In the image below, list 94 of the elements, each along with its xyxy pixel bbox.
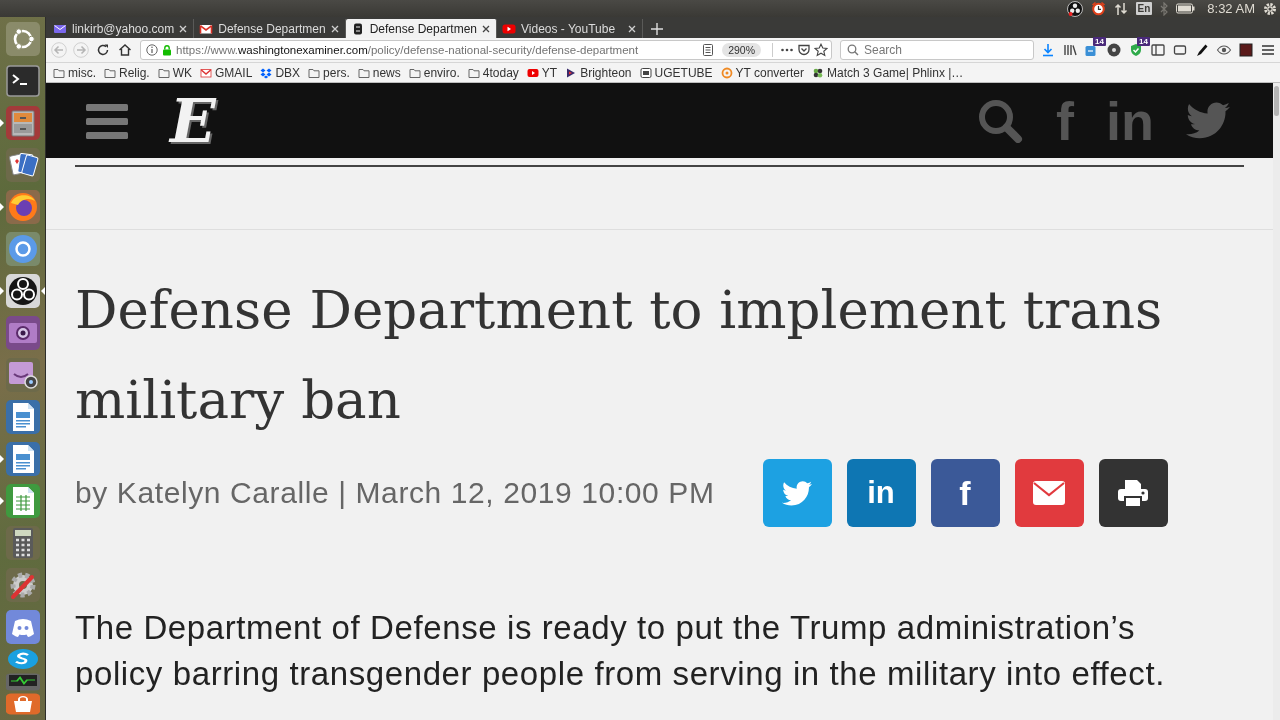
- diamonds-icon: [260, 66, 273, 79]
- folder-icon: [357, 66, 370, 79]
- battery-icon[interactable]: [1176, 3, 1196, 14]
- keyboard-layout-indicator[interactable]: En: [1135, 2, 1153, 15]
- printer-icon: [1118, 479, 1149, 507]
- document-icon[interactable]: [4, 441, 41, 477]
- bookmark[interactable]: UGETUBE: [639, 65, 713, 80]
- cluster-icon: [812, 66, 825, 79]
- terminal-icon[interactable]: [4, 63, 41, 99]
- info-icon[interactable]: [146, 44, 158, 56]
- article-paragraph: The Department of Defense is ready to put the Trump administration’s policy barring transgender people from serving in the military into effect.: [75, 608, 1166, 694]
- gear-icon[interactable]: [1263, 1, 1277, 16]
- pocket-icon[interactable]: [797, 43, 811, 57]
- disc-icon[interactable]: [1106, 42, 1122, 58]
- clock[interactable]: 8:32 AM: [1207, 1, 1255, 16]
- bookmark[interactable]: Brighteon: [565, 65, 632, 80]
- home-icon[interactable]: [117, 42, 133, 58]
- reload-icon[interactable]: [95, 42, 111, 58]
- screen-icon: [639, 66, 652, 79]
- url-text: https://www.washingtonexaminer.com/policy/defense-national-security/defense-department: [176, 44, 639, 56]
- folder-icon: [104, 66, 116, 79]
- library-icon[interactable]: [1062, 42, 1078, 58]
- logo-icon[interactable]: [4, 21, 41, 57]
- sidebar-icon[interactable]: [1150, 42, 1166, 58]
- bookmark[interactable]: DBX: [260, 65, 301, 80]
- byline: by Katelyn Caralle | March 12, 2019 10:00 PM: [75, 476, 715, 510]
- envelope-icon: [200, 66, 213, 79]
- bookmark[interactable]: WK: [157, 65, 193, 80]
- bookmark[interactable]: 4today: [467, 65, 519, 80]
- site-logo[interactable]: E: [170, 90, 216, 151]
- download-icon[interactable]: [1040, 42, 1056, 58]
- share-button[interactable]: f: [930, 459, 1000, 527]
- alarm-clock-icon[interactable]: [1090, 1, 1106, 16]
- bookmark[interactable]: pers.: [308, 65, 350, 80]
- square-icon[interactable]: [1238, 42, 1254, 58]
- bird-icon: [782, 480, 813, 506]
- folder-icon: [157, 66, 170, 79]
- scrollbar[interactable]: [1273, 83, 1280, 720]
- browser-tab[interactable]: Defense Departmen: [345, 19, 497, 38]
- search-icon: [847, 44, 859, 56]
- brush-icon[interactable]: [1194, 42, 1210, 58]
- reader-view-icon[interactable]: [701, 43, 716, 57]
- bookmark[interactable]: news: [357, 65, 401, 80]
- browser-icon[interactable]: [4, 231, 41, 267]
- address-bar[interactable]: https://www.washingtonexaminer.com/policy/defense-national-security/defense-department 290%: [140, 40, 832, 60]
- folder-icon: [467, 66, 480, 79]
- menu-icon[interactable]: [1260, 42, 1276, 58]
- folder-icon: [308, 66, 321, 79]
- scrollbar-thumb[interactable]: [1274, 86, 1279, 116]
- bookmark[interactable]: YT converter: [720, 65, 805, 80]
- circle-logo-icon[interactable]: [1066, 0, 1083, 17]
- shopping-bag-icon[interactable]: [4, 693, 41, 715]
- folder-icon: [408, 66, 421, 79]
- play-button-icon: [526, 66, 539, 79]
- circle-logo-icon[interactable]: [4, 273, 41, 309]
- calculator-icon[interactable]: [4, 525, 41, 561]
- bookmark[interactable]: enviro.: [408, 65, 460, 80]
- bird-icon[interactable]: [1186, 102, 1230, 139]
- close-icon[interactable]: [482, 24, 490, 33]
- bookmark[interactable]: Match 3 Game| Phlinx |…: [812, 65, 964, 80]
- bluetooth-icon[interactable]: [1160, 1, 1169, 16]
- bookmark[interactable]: YT: [526, 65, 558, 80]
- eye-icon[interactable]: [1216, 42, 1232, 58]
- count-badge: 14: [1137, 37, 1150, 46]
- ring-icon: [720, 66, 733, 79]
- search-field[interactable]: Search: [840, 40, 1034, 60]
- share-button[interactable]: in: [846, 459, 916, 527]
- plus-icon[interactable]: [651, 22, 663, 35]
- search-icon[interactable]: [977, 98, 1024, 143]
- controller-face-icon[interactable]: [4, 609, 41, 645]
- webcam-icon[interactable]: [4, 357, 41, 393]
- bookmark[interactable]: misc.: [53, 65, 96, 80]
- spreadsheet-icon[interactable]: [4, 483, 41, 519]
- menu-icon[interactable]: [86, 101, 128, 140]
- browser-icon[interactable]: [4, 189, 41, 225]
- folder-icon: [53, 66, 65, 79]
- playing-cards-icon[interactable]: [4, 147, 41, 183]
- pulse-screen-icon[interactable]: [4, 673, 41, 691]
- webcam-icon[interactable]: [4, 315, 41, 351]
- bookmark[interactable]: GMAIL: [200, 65, 253, 80]
- window-icon[interactable]: [1172, 42, 1188, 58]
- settings-icon[interactable]: [4, 567, 41, 603]
- lock-icon: [161, 44, 173, 56]
- bookmark[interactable]: Relig.: [104, 65, 150, 80]
- up-down-arrows-icon[interactable]: [1113, 1, 1128, 16]
- article-headline: Defense Department to implement trans military ban: [75, 278, 1164, 432]
- shield-icon[interactable]: [1128, 42, 1144, 58]
- share-button[interactable]: [1098, 459, 1168, 527]
- file-cabinet-icon[interactable]: [4, 105, 41, 141]
- zoom-level-button[interactable]: 290%: [722, 43, 761, 57]
- envelope-icon: [1033, 481, 1066, 505]
- document-icon[interactable]: [4, 399, 41, 435]
- count-badge: 14: [1093, 37, 1106, 46]
- star-icon[interactable]: [814, 43, 828, 57]
